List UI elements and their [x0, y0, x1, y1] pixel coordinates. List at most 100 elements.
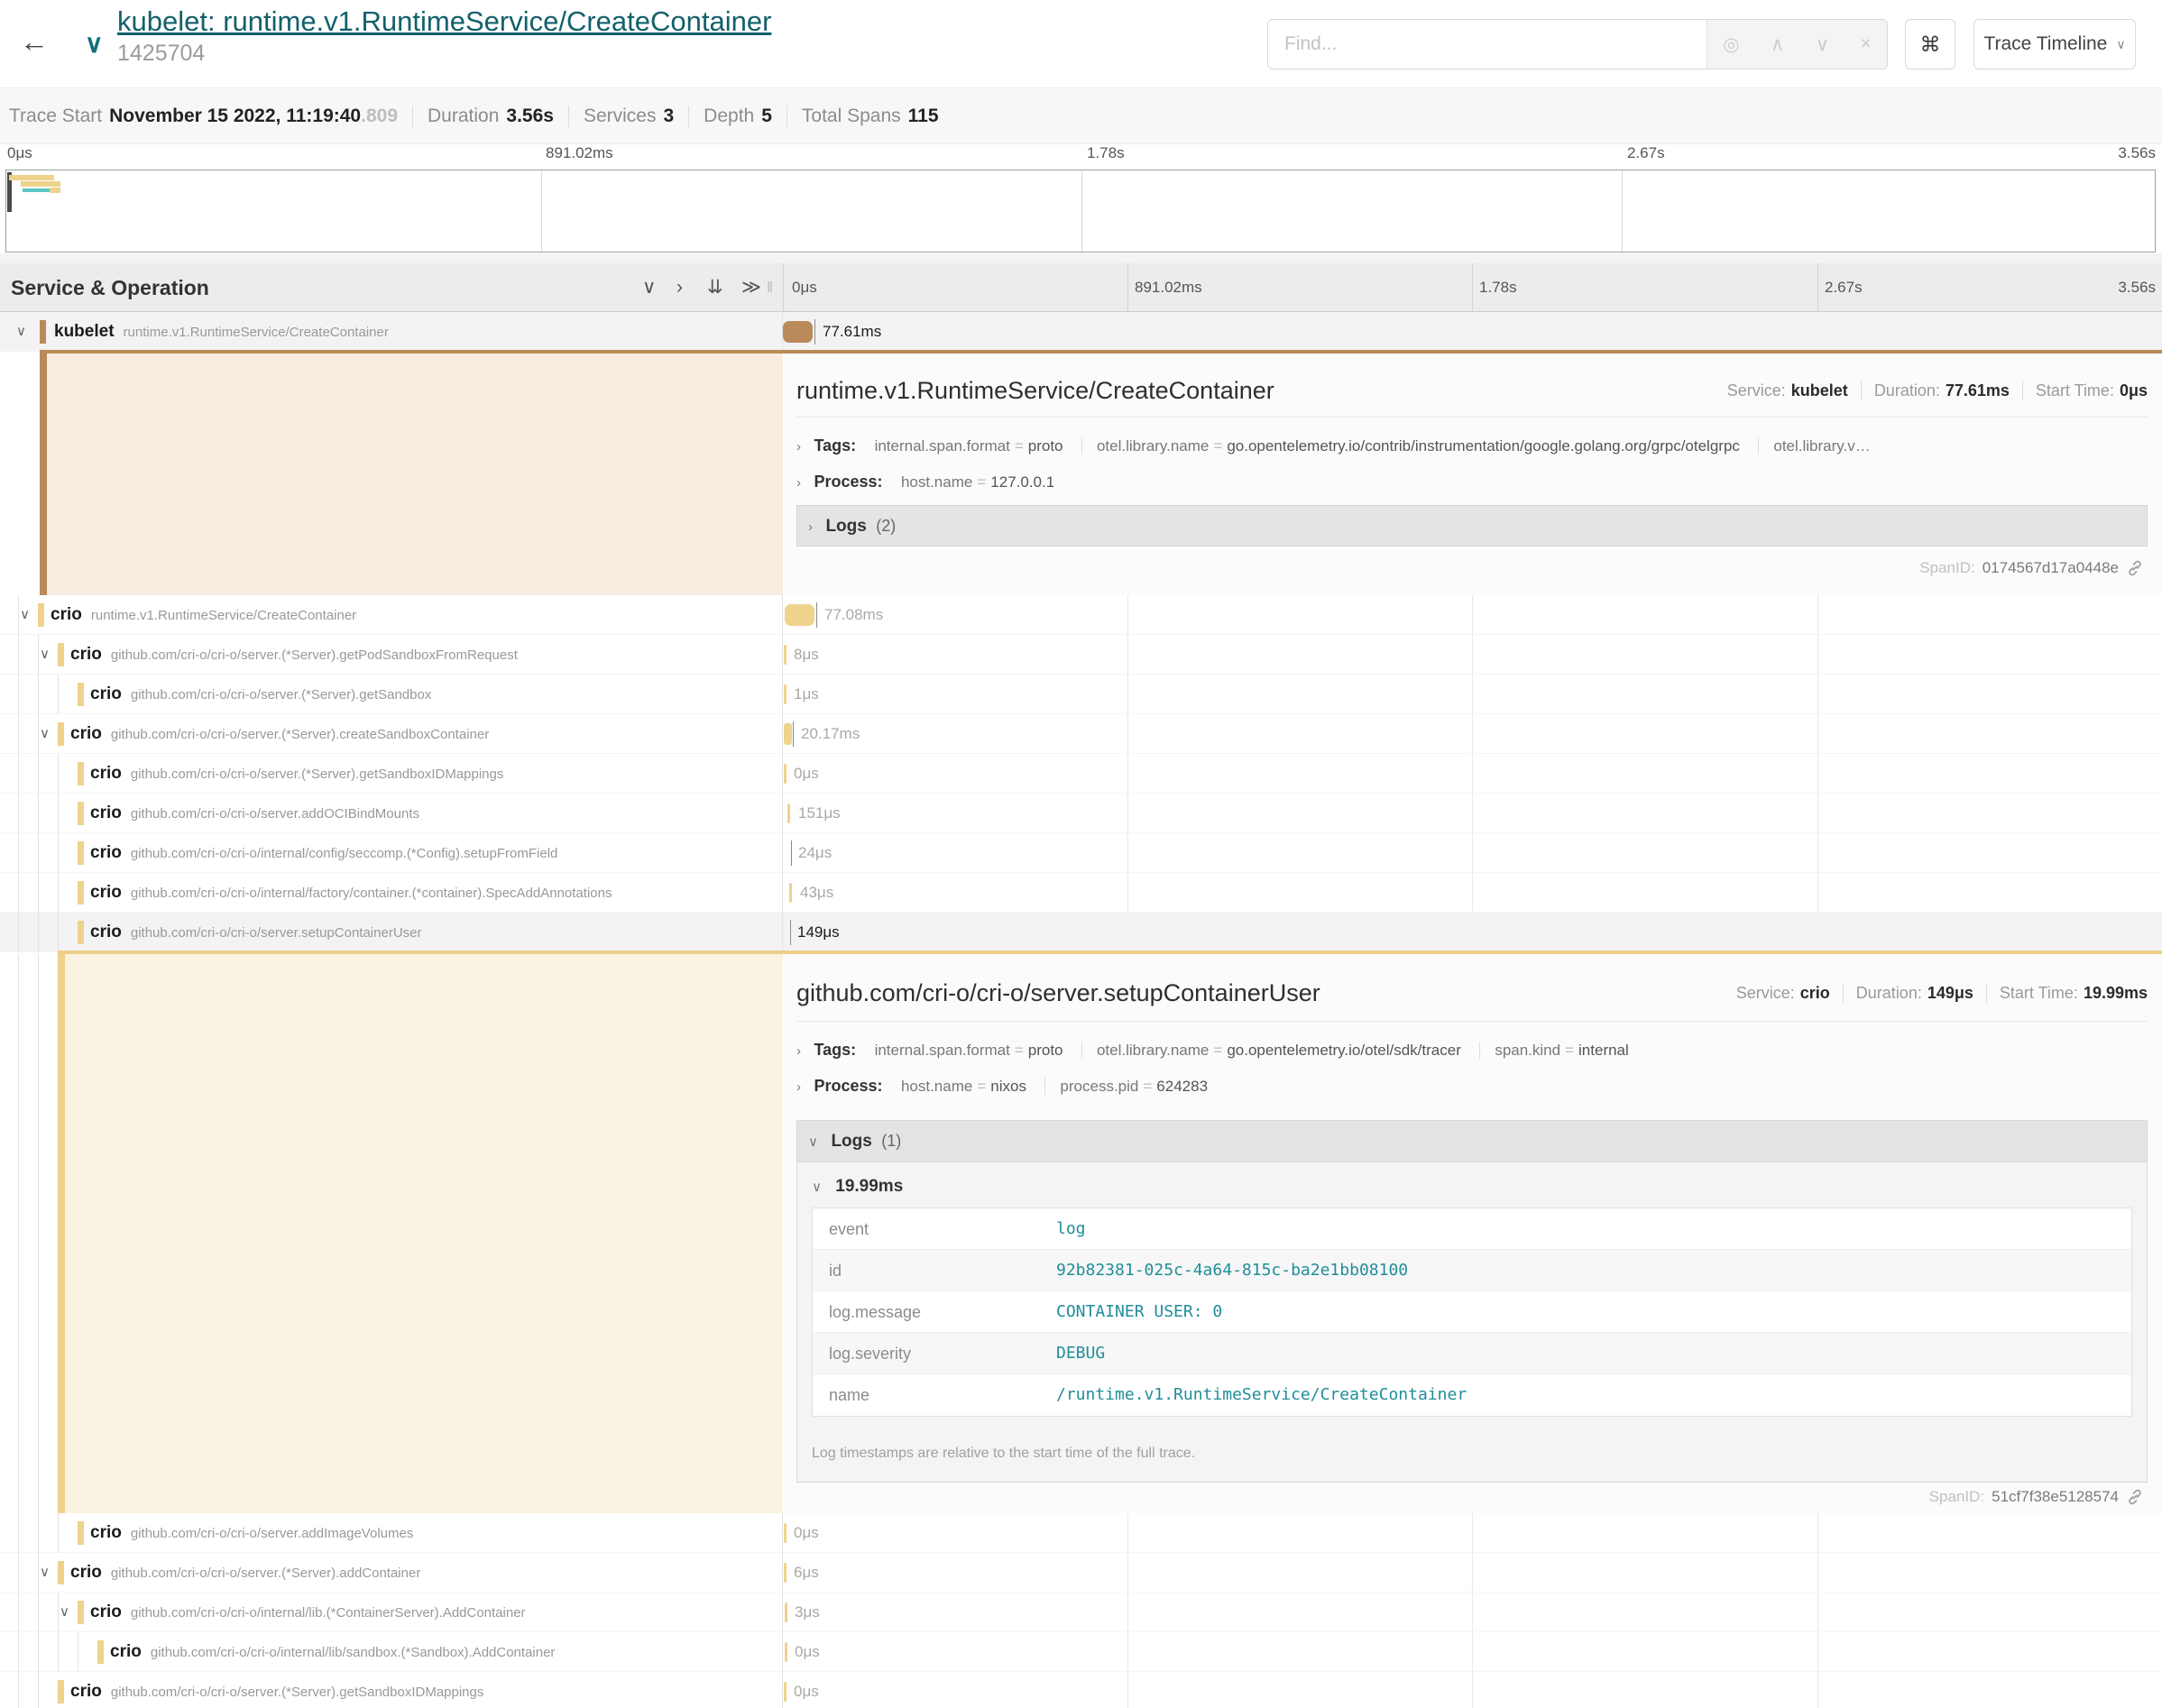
next-match-icon[interactable]: ∨ [1816, 33, 1829, 56]
span-duration: 24μs [798, 833, 832, 873]
span-bar[interactable] [784, 1563, 787, 1583]
span-row-specaddannotations[interactable]: criogithub.com/cri-o/cri-o/internal/fact… [0, 873, 2162, 913]
axis-tick-1: 891.02ms [1135, 263, 1202, 312]
logs-expanded-bar[interactable]: ∨ Logs (1) [797, 1121, 2147, 1162]
tag-item[interactable]: otel.library.name=go.opentelemetry.io/co… [1081, 437, 1740, 455]
span-bar[interactable] [784, 1523, 787, 1543]
chevron-down-icon[interactable]: ∨ [60, 1593, 69, 1631]
chevron-down-icon[interactable]: ∨ [40, 635, 50, 674]
view-selector-button[interactable]: Trace Timeline ∨ [1973, 19, 2136, 69]
span-row-addcontainer[interactable]: ∨ criogithub.com/cri-o/cri-o/server.(*Se… [0, 1553, 2162, 1593]
locate-icon[interactable]: ◎ [1723, 33, 1739, 56]
clear-search-icon[interactable]: × [1861, 33, 1872, 55]
link-icon[interactable] [2126, 1488, 2144, 1506]
logs-collapsed-bar[interactable]: › Logs (2) [796, 505, 2148, 546]
tag-item[interactable]: internal.span.format=proto [875, 1042, 1063, 1059]
span-bar[interactable] [783, 321, 813, 343]
log-field-key: id [813, 1250, 1056, 1290]
chevron-down-icon[interactable]: ∨ [40, 714, 50, 753]
process-item[interactable]: host.name=127.0.0.1 [901, 473, 1054, 491]
span-row-sandbox-addcontainer[interactable]: criogithub.com/cri-o/cri-o/internal/lib/… [0, 1632, 2162, 1672]
collapse-header-icon[interactable]: ∨ [85, 29, 104, 59]
prev-match-icon[interactable]: ∧ [1771, 33, 1784, 56]
column-resize-handle[interactable]: ‖ [767, 263, 773, 312]
process-row[interactable]: › Process: host.name=nixos process.pid=6… [796, 1070, 2148, 1102]
span-bar[interactable] [790, 920, 791, 945]
process-row[interactable]: › Process: host.name=127.0.0.1 [796, 465, 2148, 498]
span-bar[interactable] [787, 803, 790, 823]
minimap-span-strip [23, 188, 50, 192]
minimap-tick-4: 3.56s [2118, 144, 2156, 162]
tags-row[interactable]: › Tags: internal.span.format=proto otel.… [796, 429, 2148, 462]
collapse-one-icon[interactable]: ∨ [642, 263, 656, 312]
span-bar[interactable] [784, 723, 792, 745]
span-row-getsandboxidmappings[interactable]: criogithub.com/cri-o/cri-o/server.(*Serv… [0, 754, 2162, 794]
span-bar[interactable] [785, 1642, 787, 1662]
trace-minimap[interactable] [5, 170, 2156, 253]
chevron-down-icon[interactable]: ∨ [16, 312, 26, 351]
back-arrow-icon[interactable]: ← [20, 25, 49, 59]
link-icon[interactable] [2126, 559, 2144, 577]
expand-one-icon[interactable]: › [676, 263, 683, 312]
span-bar[interactable] [784, 764, 787, 784]
trace-title-link[interactable]: kubelet: runtime.v1.RuntimeService/Creat… [117, 5, 771, 37]
log-field-value: 92b82381-025c-4a64-815c-ba2e1bb08100 [1056, 1250, 1408, 1290]
span-row-addocibindmounts[interactable]: criogithub.com/cri-o/cri-o/server.addOCI… [0, 794, 2162, 833]
tags-row[interactable]: › Tags: internal.span.format=proto otel.… [796, 1033, 2148, 1066]
keyboard-shortcuts-button[interactable]: ⌘ [1905, 19, 1955, 69]
service-color-bar [38, 603, 44, 627]
logs-label: Logs [825, 517, 866, 536]
span-row-setupcontaineruser[interactable]: criogithub.com/cri-o/cri-o/server.setupC… [0, 913, 2162, 952]
subtree-guide-bar[interactable] [40, 354, 47, 595]
operation-name: github.com/cri-o/cri-o/server.(*Server).… [111, 1685, 484, 1700]
duration-value: 149μs [1927, 984, 1973, 1003]
expand-all-icon[interactable]: ≫ [741, 263, 761, 312]
span-bar[interactable] [785, 1602, 787, 1622]
service-color-bar [78, 762, 84, 785]
span-row-getsandboxidmappings-2[interactable]: criogithub.com/cri-o/cri-o/server.(*Serv… [0, 1672, 2162, 1708]
service-name: crio [90, 764, 122, 783]
span-row-seccomp-setupfromfield[interactable]: criogithub.com/cri-o/cri-o/internal/conf… [0, 833, 2162, 873]
span-row-crio-createcontainer[interactable]: ∨ crioruntime.v1.RuntimeService/CreateCo… [0, 595, 2162, 635]
find-input[interactable] [1268, 20, 1707, 69]
span-bar[interactable] [789, 883, 792, 903]
tag-item[interactable]: span.kind=internal [1479, 1042, 1628, 1059]
span-bar[interactable] [785, 604, 814, 626]
axis-tick-3: 2.67s [1825, 263, 1863, 312]
log-field-row: id92b82381-025c-4a64-815c-ba2e1bb08100 [813, 1250, 2131, 1291]
chevron-down-icon[interactable]: ∨ [20, 595, 30, 634]
total-spans-label: Total Spans [802, 106, 901, 127]
tag-item-truncated[interactable]: otel.library.v… [1758, 437, 1870, 455]
tag-item[interactable]: internal.span.format=proto [875, 437, 1063, 455]
span-row-getsandbox[interactable]: criogithub.com/cri-o/cri-o/server.(*Serv… [0, 675, 2162, 714]
chevron-down-icon[interactable]: ∨ [40, 1553, 50, 1592]
span-bar[interactable] [784, 684, 787, 704]
span-bar[interactable] [791, 840, 792, 866]
service-name: kubelet [54, 322, 115, 341]
span-row-lib-addcontainer[interactable]: ∨ criogithub.com/cri-o/cri-o/internal/li… [0, 1593, 2162, 1632]
span-row-kubelet-createcontainer[interactable]: ∨ kubeletruntime.v1.RuntimeService/Creat… [0, 312, 2162, 352]
log-timestamps-note: Log timestamps are relative to the start… [812, 1446, 1195, 1462]
tag-item[interactable]: otel.library.name=go.opentelemetry.io/ot… [1081, 1042, 1461, 1059]
operation-name: github.com/cri-o/cri-o/server.(*Server).… [111, 727, 489, 742]
span-bar[interactable] [784, 1682, 787, 1702]
span-row-createsandboxcontainer[interactable]: ∨ criogithub.com/cri-o/cri-o/server.(*Se… [0, 714, 2162, 754]
span-rows-block: criogithub.com/cri-o/cri-o/server.addIma… [0, 1513, 2162, 1708]
services-label: Services [584, 106, 657, 127]
service-color-bar [40, 320, 46, 344]
chevron-right-icon: › [796, 439, 801, 455]
process-item[interactable]: host.name=nixos [901, 1078, 1026, 1095]
process-item[interactable]: process.pid=624283 [1044, 1078, 1208, 1095]
collapse-all-icon[interactable]: ⇊ [707, 263, 723, 312]
axis-tick-0: 0μs [792, 263, 817, 312]
subtree-guide-bar[interactable] [58, 954, 65, 1513]
log-entry-time[interactable]: ∨ 19.99ms [812, 1177, 903, 1197]
span-bar[interactable] [784, 645, 787, 665]
span-row-addimagevolumes[interactable]: criogithub.com/cri-o/cri-o/server.addIma… [0, 1513, 2162, 1553]
service-label: Service: [1736, 984, 1795, 1003]
span-id-label: SpanID: [1929, 1488, 1984, 1506]
span-row-getpodsandboxfromrequest[interactable]: ∨ criogithub.com/cri-o/cri-o/server.(*Se… [0, 635, 2162, 675]
service-color-bar [78, 921, 84, 944]
log-fields-table: eventlog id92b82381-025c-4a64-815c-ba2e1… [812, 1208, 2132, 1417]
tree-guide [38, 954, 39, 1513]
